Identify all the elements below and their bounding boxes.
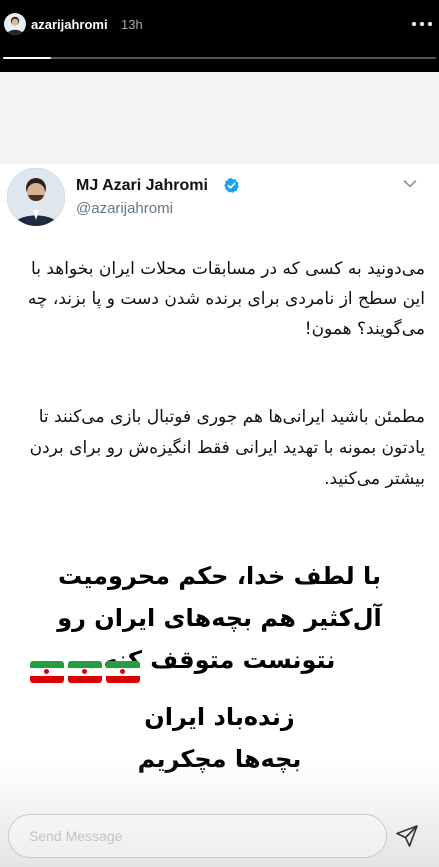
tweet-text-paragraph-1: می‌دونید به کسی که در مسابقات محلات ایرا… <box>27 259 425 339</box>
story-caption-line-1: با لطف خدا، حکم محرومیت <box>57 562 382 590</box>
send-message-input[interactable]: Send Message <box>8 814 387 858</box>
iran-flag-icon <box>106 661 140 683</box>
tweet-author-avatar <box>7 168 65 226</box>
tweet-author-name: MJ Azari Jahromi <box>76 177 208 194</box>
chevron-down-icon[interactable] <box>403 179 417 189</box>
story-caption-line-4: زنده‌باد ایران <box>144 703 295 731</box>
story-progress-fill <box>3 57 51 59</box>
send-icon[interactable] <box>395 824 419 848</box>
story-header: azarijahromi 13h <box>0 0 439 72</box>
tweet-text-paragraph-2: مطمئن باشید ایرانی‌ها هم جوری فوتبال باز… <box>29 407 425 489</box>
story-avatar[interactable] <box>4 13 26 35</box>
iran-flag-icon <box>30 661 64 683</box>
tweet-author-handle: @azarijahromi <box>76 200 173 217</box>
story-timestamp: 13h <box>121 17 143 32</box>
more-icon[interactable] <box>409 14 435 34</box>
top-background-band <box>0 72 439 164</box>
story-caption-line-2: آل‌کثیر هم بچه‌های ایران رو <box>57 604 382 632</box>
verified-icon <box>224 178 239 193</box>
story-progress-bar <box>3 57 436 59</box>
story-content[interactable]: MJ Azari Jahromi @azarijahromi می‌دونید … <box>0 72 439 867</box>
story-caption-line-3: نتونست متوقف کنه <box>0 641 439 679</box>
story-username[interactable]: azarijahromi <box>31 17 108 32</box>
iran-flag-icon <box>68 661 102 683</box>
